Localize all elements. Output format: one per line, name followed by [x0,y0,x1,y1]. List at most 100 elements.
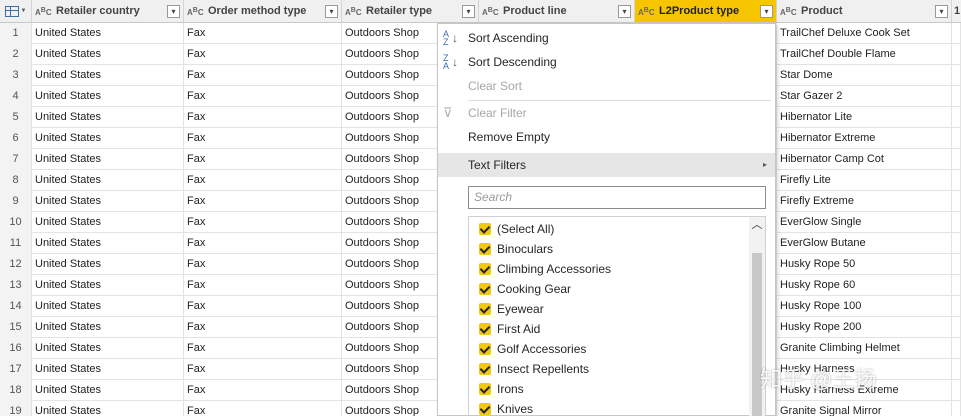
table-cell[interactable] [952,23,961,44]
search-input[interactable]: Search [468,186,766,209]
table-cell[interactable]: Granite Climbing Helmet [777,338,952,359]
table-cell[interactable] [952,338,961,359]
table-cell[interactable]: United States [32,212,184,233]
table-cell[interactable]: Fax [184,275,342,296]
filter-dropdown-button[interactable]: ▾ [760,4,773,18]
table-cell[interactable]: EverGlow Butane [777,233,952,254]
table-cell[interactable]: Fax [184,23,342,44]
filter-list-item[interactable]: Irons [479,379,524,399]
table-cell[interactable]: Fax [184,149,342,170]
row-number[interactable]: 19 [0,401,32,416]
table-cell[interactable] [952,380,961,401]
table-cell[interactable]: Fax [184,380,342,401]
row-number[interactable]: 8 [0,170,32,191]
row-number[interactable]: 7 [0,149,32,170]
table-cell[interactable]: Fax [184,212,342,233]
clear-filter-item[interactable]: ⊽ Clear Filter [438,101,775,125]
text-filters-item[interactable]: Text Filters ▸ [438,153,775,177]
table-cell[interactable]: Star Dome [777,65,952,86]
table-cell[interactable]: Fax [184,338,342,359]
checkbox-checked-icon[interactable] [479,363,491,375]
row-number[interactable]: 13 [0,275,32,296]
filter-dropdown-button[interactable]: ▾ [167,4,180,18]
table-cell[interactable]: Fax [184,107,342,128]
row-number[interactable]: 16 [0,338,32,359]
filter-list-item[interactable]: Climbing Accessories [479,259,611,279]
filter-dropdown-button[interactable]: ▾ [618,4,631,18]
table-cell[interactable]: United States [32,128,184,149]
table-cell[interactable]: Fax [184,44,342,65]
row-number[interactable]: 9 [0,191,32,212]
row-number[interactable]: 15 [0,317,32,338]
table-cell[interactable]: Husky Rope 60 [777,275,952,296]
table-menu-button[interactable]: ▼ [0,0,32,23]
column-header-retailer-country[interactable]: ABC Retailer country ▾ [32,0,184,23]
checkbox-checked-icon[interactable] [479,343,491,355]
row-number[interactable]: 11 [0,233,32,254]
table-cell[interactable]: United States [32,338,184,359]
row-number[interactable]: 17 [0,359,32,380]
filter-list-item[interactable]: Eyewear [479,299,544,319]
sort-descending-item[interactable]: Z A ↓ Sort Descending [438,50,775,74]
table-cell[interactable] [952,254,961,275]
table-cell[interactable]: United States [32,254,184,275]
filter-list-item[interactable]: (Select All) [479,219,554,239]
column-header-retailer-type[interactable]: ABC Retailer type ▾ [342,0,479,23]
column-header-product-line[interactable]: ABC Product line ▾ [479,0,635,23]
table-cell[interactable] [952,149,961,170]
table-cell[interactable]: Fax [184,128,342,149]
row-number[interactable]: 18 [0,380,32,401]
checkbox-checked-icon[interactable] [479,403,491,415]
table-cell[interactable]: Granite Signal Mirror [777,401,952,416]
table-cell[interactable]: Fax [184,254,342,275]
table-cell[interactable] [952,233,961,254]
filter-dropdown-button[interactable]: ▾ [462,4,475,18]
column-header-l2product-type[interactable]: ABC L2Product type ▾ [635,0,777,23]
checkbox-checked-icon[interactable] [479,323,491,335]
table-cell[interactable] [952,191,961,212]
table-cell[interactable] [952,359,961,380]
table-cell[interactable] [952,65,961,86]
table-cell[interactable]: Fax [184,296,342,317]
row-number[interactable]: 10 [0,212,32,233]
table-cell[interactable]: Hibernator Extreme [777,128,952,149]
table-cell[interactable] [952,86,961,107]
table-cell[interactable]: Fax [184,65,342,86]
table-cell[interactable]: Hibernator Camp Cot [777,149,952,170]
table-cell[interactable] [952,107,961,128]
chevron-up-icon[interactable]: ︿ [751,219,763,231]
sort-ascending-item[interactable]: A Z ↓ Sort Ascending [438,26,775,50]
table-cell[interactable]: Husky Rope 200 [777,317,952,338]
table-cell[interactable]: United States [32,275,184,296]
filter-dropdown-button[interactable]: ▾ [325,4,338,18]
filter-list-item[interactable]: Knives [479,399,533,416]
table-cell[interactable]: Fax [184,191,342,212]
row-number[interactable]: 5 [0,107,32,128]
table-cell[interactable]: Fax [184,233,342,254]
table-cell[interactable]: EverGlow Single [777,212,952,233]
table-cell[interactable]: United States [32,296,184,317]
checkbox-checked-icon[interactable] [479,303,491,315]
table-cell[interactable]: United States [32,233,184,254]
clear-sort-item[interactable]: Clear Sort [438,74,775,98]
table-cell[interactable]: Fax [184,317,342,338]
checkbox-checked-icon[interactable] [479,263,491,275]
filter-list-item[interactable]: Golf Accessories [479,339,586,359]
table-cell[interactable]: United States [32,380,184,401]
checkbox-checked-icon[interactable] [479,383,491,395]
filter-list-item[interactable]: Binoculars [479,239,553,259]
row-number[interactable]: 12 [0,254,32,275]
filter-dropdown-button[interactable]: ▾ [935,4,948,18]
checkbox-checked-icon[interactable] [479,223,491,235]
table-cell[interactable]: United States [32,44,184,65]
table-cell[interactable]: Fax [184,359,342,380]
table-cell[interactable]: Firefly Lite [777,170,952,191]
filter-list-item[interactable]: Cooking Gear [479,279,571,299]
table-cell[interactable]: United States [32,359,184,380]
column-header-next[interactable]: 1 [952,0,961,23]
table-cell[interactable]: United States [32,401,184,416]
table-cell[interactable]: United States [32,191,184,212]
table-cell[interactable]: United States [32,65,184,86]
checkbox-checked-icon[interactable] [479,283,491,295]
table-cell[interactable]: United States [32,86,184,107]
